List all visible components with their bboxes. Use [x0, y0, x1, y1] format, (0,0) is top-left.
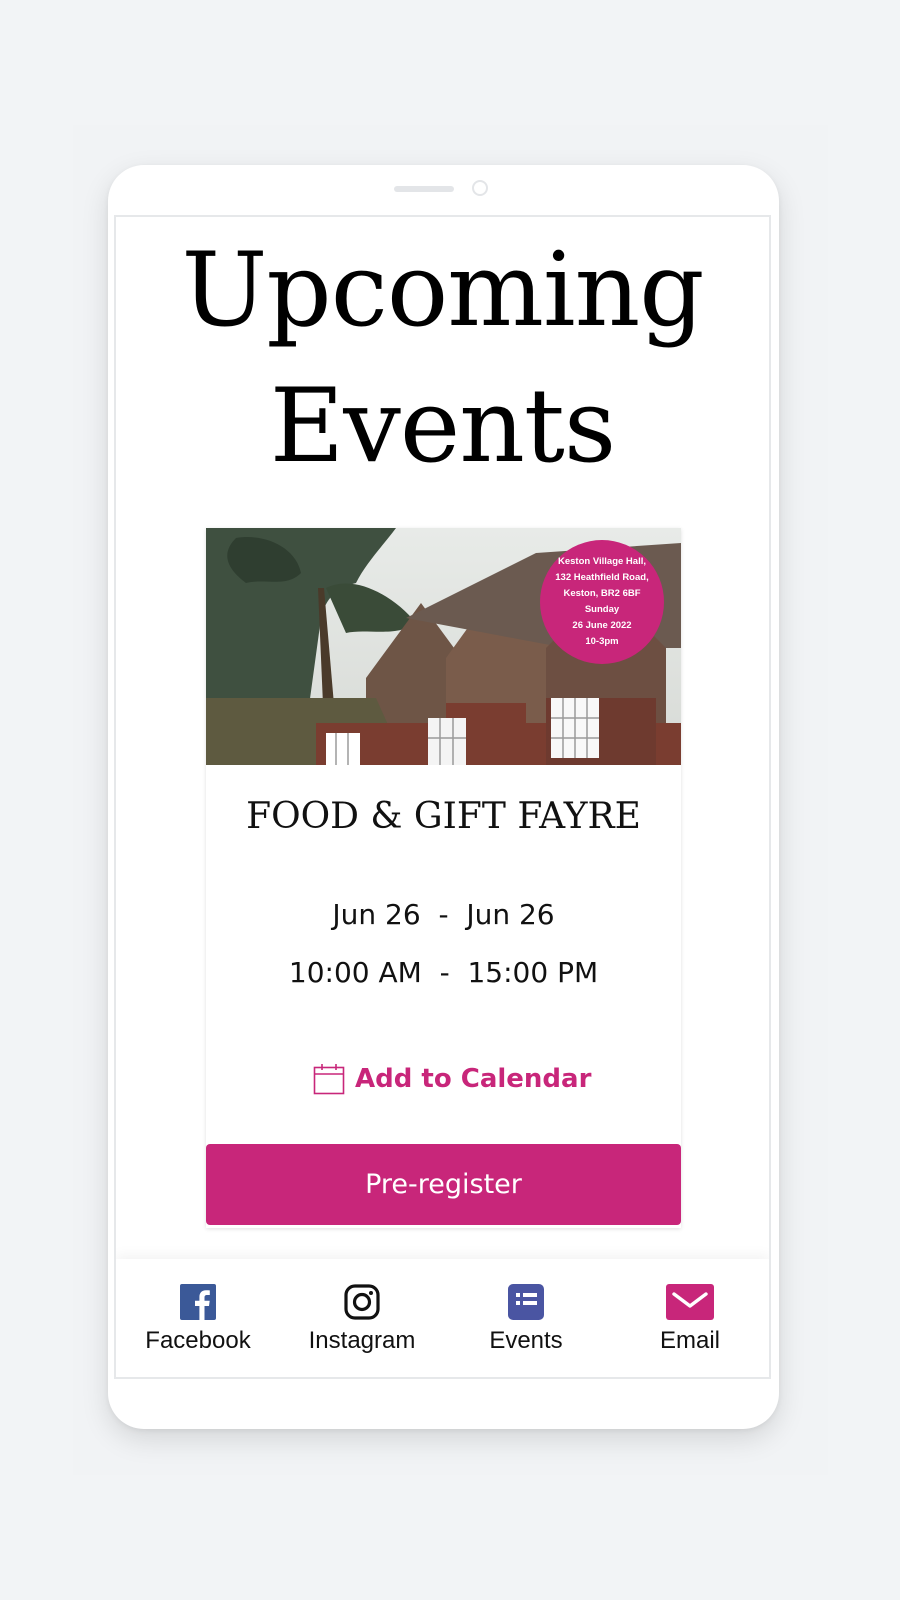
event-dates: Jun 26 - Jun 26 [332, 898, 555, 931]
add-to-calendar-link[interactable]: Add to Calendar [313, 1062, 591, 1096]
bottom-nav: Facebook Instagram Events Email [116, 1259, 769, 1377]
phone-screen: Upcoming Events Keston Village Hall, 132… [114, 215, 771, 1379]
event-card[interactable]: Keston Village Hall, 132 Heathfield Road… [206, 528, 681, 1228]
nav-item-email[interactable]: Email [608, 1283, 769, 1355]
add-to-calendar-label: Add to Calendar [355, 1064, 592, 1094]
phone-frame: Upcoming Events Keston Village Hall, 132… [108, 165, 779, 1429]
nav-label: Events [489, 1327, 563, 1354]
nav-label: Facebook [145, 1327, 251, 1354]
badge-line: 132 Heathfield Road, [555, 572, 649, 583]
badge-line: 26 June 2022 [572, 620, 632, 631]
pre-register-button[interactable]: Pre-register [206, 1144, 681, 1225]
facebook-icon [180, 1284, 216, 1320]
phone-speaker [394, 186, 454, 192]
event-image[interactable]: Keston Village Hall, 132 Heathfield Road… [206, 528, 681, 765]
badge-line: Keston Village Hall, [558, 556, 646, 567]
nav-item-instagram[interactable]: Instagram [280, 1283, 444, 1355]
event-times: 10:00 AM - 15:00 PM [288, 956, 599, 989]
badge-line: 10-3pm [585, 636, 619, 647]
badge-line: Keston, BR2 6BF [563, 588, 641, 599]
nav-label: Instagram [308, 1327, 416, 1354]
instagram-icon [344, 1284, 380, 1320]
phone-camera [472, 180, 488, 196]
email-icon [666, 1284, 714, 1320]
page-title: Upcoming Events [181, 231, 704, 486]
event-location-badge: Keston Village Hall, 132 Heathfield Road… [540, 540, 664, 664]
nav-item-events[interactable]: Events [444, 1283, 608, 1355]
nav-label: Email [659, 1327, 720, 1354]
badge-line: Sunday [584, 604, 620, 615]
nav-item-facebook[interactable]: Facebook [116, 1283, 280, 1355]
calendar-icon [313, 1064, 345, 1095]
events-list-icon [508, 1284, 544, 1320]
event-title[interactable]: FOOD & GIFT FAYRE [206, 796, 681, 837]
